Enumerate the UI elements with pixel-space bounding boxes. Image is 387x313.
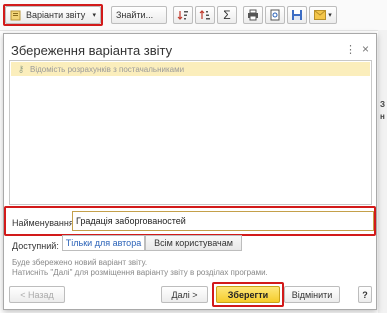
variants-highlight-frame [3, 4, 103, 26]
info-note-line: Буде збережено новий варіант звіту. [12, 258, 148, 267]
help-button[interactable]: ? [358, 286, 372, 303]
save-highlight-frame [212, 282, 284, 307]
printer-icon [248, 9, 258, 21]
find-button[interactable]: Знайти... [111, 6, 167, 24]
sum-icon: Σ [223, 8, 231, 22]
access-option-author[interactable]: Тільки для автора [62, 235, 145, 251]
chevron-down-icon: ▾ [328, 12, 332, 19]
info-note-line: Натисніть "Далі" для розміщення варіанту… [12, 268, 268, 277]
background-column-header: н [380, 112, 385, 121]
sum-button[interactable]: Σ [217, 6, 237, 24]
back-button[interactable]: < Назад [9, 286, 65, 303]
sort-asc-button[interactable] [173, 6, 193, 24]
access-option-all-users[interactable]: Всім користувачам [145, 235, 242, 251]
cancel-button[interactable]: Відмінити [284, 286, 340, 303]
next-button[interactable]: Далі > [161, 286, 208, 303]
email-button[interactable]: ▾ [309, 6, 337, 24]
name-highlight-frame [4, 206, 376, 236]
sort-desc-icon [199, 10, 210, 20]
floppy-disk-icon [292, 10, 302, 20]
sort-desc-button[interactable] [195, 6, 215, 24]
save-variant-dialog: Збереження варіанта звіту ⋮ × ⚷ Відоміст… [3, 33, 377, 310]
sort-asc-icon [177, 11, 188, 20]
dialog-title: Збереження варіанта звіту [11, 43, 173, 58]
available-label: Доступний: [12, 241, 59, 251]
close-icon[interactable]: × [362, 42, 369, 56]
more-icon[interactable]: ⋮ [345, 43, 356, 56]
variant-list[interactable]: ⚷ Відомість розрахунків з постачальникам… [9, 60, 372, 205]
print-button[interactable] [243, 6, 263, 24]
find-label: Знайти... [116, 10, 154, 20]
report-toolbar: Варіанти звіту ▾ Знайти... Σ ▾ [0, 0, 387, 31]
background-table-edge: З н [378, 30, 387, 313]
print-preview-icon [270, 9, 280, 21]
envelope-icon [314, 10, 327, 20]
preview-button[interactable] [265, 6, 285, 24]
key-icon: ⚷ [17, 63, 25, 74]
list-item-label: Відомість розрахунків з постачальниками [30, 64, 185, 74]
background-column-header: З [380, 100, 386, 109]
list-item[interactable]: ⚷ Відомість розрахунків з постачальникам… [11, 62, 370, 76]
save-file-button[interactable] [287, 6, 307, 24]
